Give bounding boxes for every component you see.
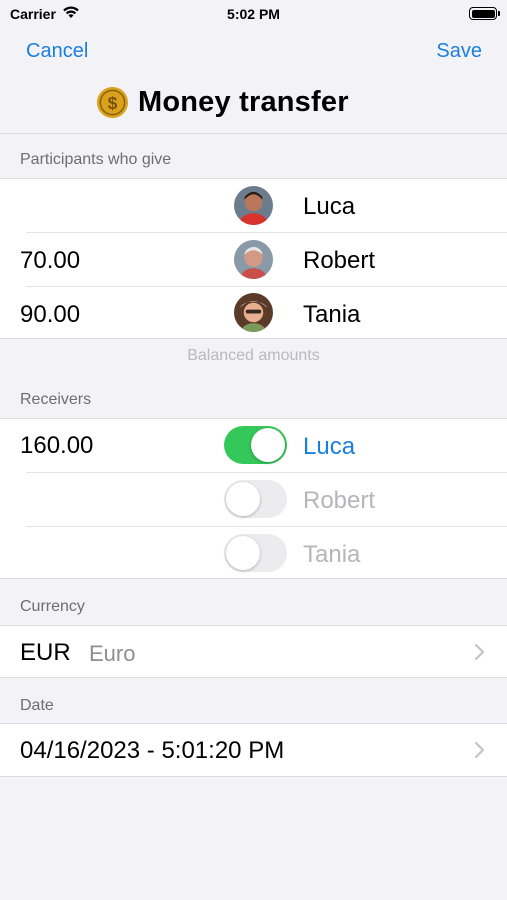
date-value: 04/16/2023 - 5:01:20 PM xyxy=(20,737,285,764)
giver-row-robert[interactable]: 70.00 Robert xyxy=(0,233,507,286)
page-title-area: $ Money transfer xyxy=(96,82,349,122)
receiver-name: Tania xyxy=(303,541,361,568)
giver-row-luca[interactable]: Luca xyxy=(0,179,507,232)
svg-text:$: $ xyxy=(108,92,118,112)
status-bar: Carrier 5:02 PM xyxy=(0,0,507,30)
receiver-toggle[interactable] xyxy=(224,534,287,572)
giver-name: Robert xyxy=(303,247,376,274)
date-section-header: Date xyxy=(20,697,54,714)
avatar xyxy=(234,293,273,332)
giver-row-tania[interactable]: 90.00 Tania xyxy=(0,287,507,340)
receiver-amount: 160.00 xyxy=(20,432,94,459)
currency-row[interactable]: EUR Euro xyxy=(0,625,507,678)
receivers-list: 160.00 Luca Robert Tania xyxy=(0,418,507,579)
avatar xyxy=(234,240,273,279)
receiver-toggle[interactable] xyxy=(224,480,287,518)
givers-section-header: Participants who give xyxy=(20,151,172,168)
currency-code: EUR xyxy=(20,639,71,666)
dollar-coin-icon: $ xyxy=(96,86,129,118)
nav-divider xyxy=(0,133,507,134)
avatar xyxy=(234,186,273,225)
giver-name: Luca xyxy=(303,193,356,220)
giver-amount[interactable]: 90.00 xyxy=(20,301,80,329)
chevron-right-icon xyxy=(474,741,485,759)
cancel-button[interactable]: Cancel xyxy=(26,40,88,63)
givers-list: Luca 70.00 Robert 90.00 Tania xyxy=(0,178,507,339)
receiver-row-robert: Robert xyxy=(0,473,507,526)
date-row[interactable]: 04/16/2023 - 5:01:20 PM xyxy=(0,723,507,777)
currency-name: Euro xyxy=(89,641,136,666)
save-button[interactable]: Save xyxy=(436,40,482,63)
currency-section-header: Currency xyxy=(20,598,85,615)
battery-icon xyxy=(469,7,500,20)
chevron-right-icon xyxy=(474,643,485,661)
receiver-name: Luca xyxy=(303,433,356,460)
page-title: Money transfer xyxy=(138,85,349,118)
balanced-amounts-note[interactable]: Balanced amounts xyxy=(0,347,507,365)
receiver-row-luca: 160.00 Luca xyxy=(0,419,507,472)
receiver-toggle[interactable] xyxy=(224,426,287,464)
status-time: 5:02 PM xyxy=(227,6,280,22)
receiver-name: Robert xyxy=(303,487,376,514)
receiver-row-tania: Tania xyxy=(0,527,507,580)
giver-name: Tania xyxy=(303,301,361,328)
giver-amount[interactable]: 70.00 xyxy=(20,247,80,275)
receivers-section-header: Receivers xyxy=(20,391,92,408)
